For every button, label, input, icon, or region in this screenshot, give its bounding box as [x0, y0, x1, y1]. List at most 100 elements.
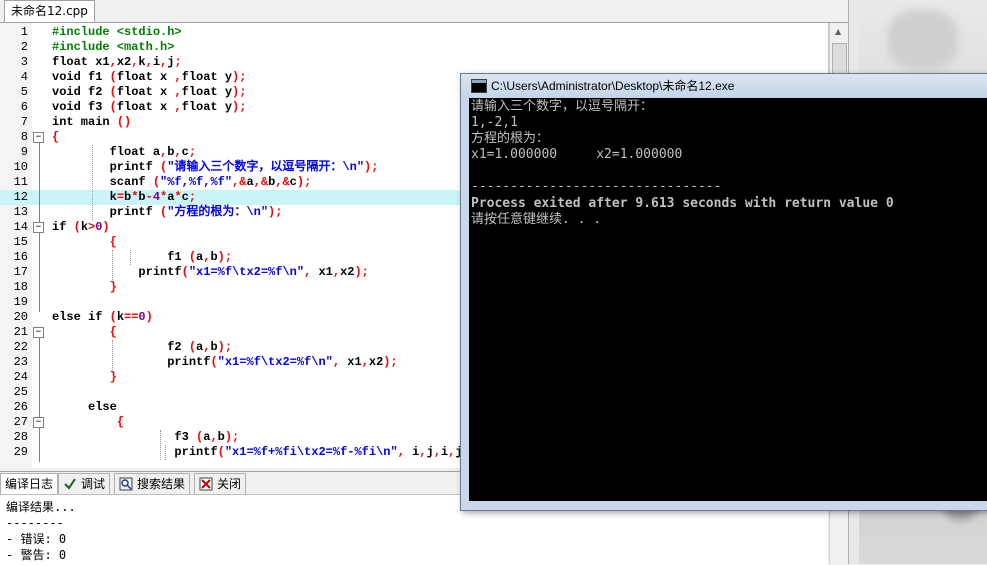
code-text: }	[109, 370, 117, 384]
code-text: k=b*b-4*a*c;	[52, 190, 197, 204]
line-number: 18	[13, 280, 28, 294]
line-number: 24	[13, 370, 28, 384]
editor-tab-bar: 未命名12.cpp	[0, 0, 858, 23]
line-number: 14	[13, 220, 28, 234]
output-line: - 警告: 0	[6, 548, 67, 562]
line-number: 13	[13, 205, 28, 219]
code-text: }	[109, 280, 117, 294]
line-number: 6	[20, 100, 28, 114]
tab-debug-label: 调试	[81, 477, 106, 491]
line-number: 9	[20, 145, 28, 159]
code-text: float a,b,c;	[52, 145, 197, 159]
console-line: 请输入三个数字，以逗号隔开：	[471, 99, 654, 114]
line-number: 12	[13, 190, 28, 204]
output-line: - 错误: 0	[6, 532, 67, 546]
output-line: --------	[6, 516, 64, 530]
line-number: 3	[20, 55, 28, 69]
line-number: 25	[13, 385, 28, 399]
console-app-icon	[471, 79, 487, 93]
tab-compile-log-label: 编译日志	[5, 477, 54, 491]
code-text: float x1,x2,k,i,j;	[52, 55, 182, 69]
code-text: void f1 (float x ,float y);	[52, 70, 247, 84]
code-text: printf("x1=%f\tx2=%f\n", x1,x2);	[52, 355, 398, 369]
code-text: {	[116, 415, 125, 429]
fold-toggle-icon[interactable]: −	[33, 417, 44, 428]
code-text: if (k>0)	[52, 220, 110, 234]
code-text: #include <math.h>	[52, 40, 175, 54]
code-text: #include <stdio.h>	[52, 25, 182, 39]
console-screen[interactable]: 请输入三个数字，以逗号隔开： 1,-2,1 方程的根为： x1=1.000000…	[469, 98, 987, 501]
line-number: 26	[13, 400, 28, 414]
console-line: 方程的根为：	[471, 131, 550, 146]
fold-line	[39, 428, 40, 462]
tab-compile-log[interactable]: 编译日志	[0, 473, 59, 494]
tab-close-label: 关闭	[217, 477, 242, 491]
indent-guide	[112, 340, 113, 370]
code-text: else	[52, 400, 117, 414]
console-line: 1,-2,1	[471, 115, 518, 130]
console-line: --------------------------------	[471, 179, 722, 194]
code-line[interactable]: 2 #include <math.h>	[0, 40, 828, 55]
line-number: 15	[13, 235, 28, 249]
line-number: 23	[13, 355, 28, 369]
code-text: f3 (a,b);	[52, 430, 240, 444]
console-line: 请按任意键继续. . .	[471, 212, 602, 227]
line-number: 7	[20, 115, 28, 129]
line-number: 17	[13, 265, 28, 279]
line-number: 19	[13, 295, 28, 309]
code-text: else if (k==0)	[52, 310, 153, 324]
search-icon	[119, 477, 133, 491]
line-number: 28	[13, 430, 28, 444]
line-number: 5	[20, 85, 28, 99]
fold-toggle-icon[interactable]: −	[33, 222, 44, 233]
line-number: 8	[20, 130, 28, 144]
code-text: void f2 (float x ,float y);	[52, 85, 247, 99]
code-text: f2 (a,b);	[52, 340, 233, 354]
code-text: {	[52, 130, 60, 144]
tab-file[interactable]: 未命名12.cpp	[4, 0, 95, 22]
line-number: 21	[13, 325, 28, 339]
tab-debug[interactable]: 调试	[58, 473, 111, 495]
line-number: 16	[13, 250, 28, 264]
tab-search-results-label: 搜索结果	[137, 477, 186, 491]
code-line[interactable]: 1 #include <stdio.h>	[0, 25, 828, 40]
line-number: 1	[20, 25, 28, 39]
fold-line	[39, 233, 40, 312]
code-text: printf("x1=%f+%fi\tx2=%f-%fi\n", i,j,i,j…	[52, 445, 477, 459]
fold-toggle-icon[interactable]: −	[33, 327, 44, 338]
scroll-up-arrow-icon[interactable]: ▲	[835, 27, 841, 36]
fold-toggle-icon[interactable]: −	[33, 132, 44, 143]
indent-guide	[160, 430, 161, 460]
code-text: printf("x1=%f\tx2=%f\n", x1,x2);	[52, 265, 369, 279]
code-text: printf ("请输入三个数字，以逗号隔开：\n");	[52, 160, 379, 174]
code-text: {	[109, 235, 117, 249]
tab-close[interactable]: 关闭	[194, 473, 247, 495]
fold-line	[39, 143, 40, 222]
line-number: 29	[13, 445, 28, 459]
code-text: scanf ("%f,%f,%f",&a,&b,&c);	[52, 175, 312, 189]
line-number: 10	[13, 160, 28, 174]
code-text: {	[109, 325, 117, 339]
line-number: 22	[13, 340, 28, 354]
line-number: 11	[13, 175, 28, 189]
console-title-bar[interactable]: C:\Users\Administrator\Desktop\未命名12.exe	[461, 74, 987, 98]
output-line: 编译结果...	[6, 500, 76, 514]
code-line[interactable]: 3 float x1,x2,k,i,j;	[0, 55, 828, 70]
tab-search-results[interactable]: 搜索结果	[114, 473, 191, 495]
line-number: 20	[13, 310, 28, 324]
console-window[interactable]: C:\Users\Administrator\Desktop\未命名12.exe…	[460, 73, 987, 511]
code-text: void f3 (float x ,float y);	[52, 100, 247, 114]
indent-guide	[165, 445, 166, 460]
line-number: 2	[20, 40, 28, 54]
close-icon	[199, 477, 213, 491]
fold-line	[39, 338, 40, 417]
line-number: 4	[20, 70, 28, 84]
indent-guide	[130, 250, 131, 265]
code-text: printf ("方程的根为：\n");	[52, 205, 283, 219]
line-number: 27	[13, 415, 28, 429]
checkmark-icon	[64, 478, 76, 490]
indent-guide	[112, 250, 113, 280]
code-text: int main ()	[52, 115, 132, 129]
indent-guide	[92, 145, 93, 220]
console-title: C:\Users\Administrator\Desktop\未命名12.exe	[491, 79, 735, 93]
